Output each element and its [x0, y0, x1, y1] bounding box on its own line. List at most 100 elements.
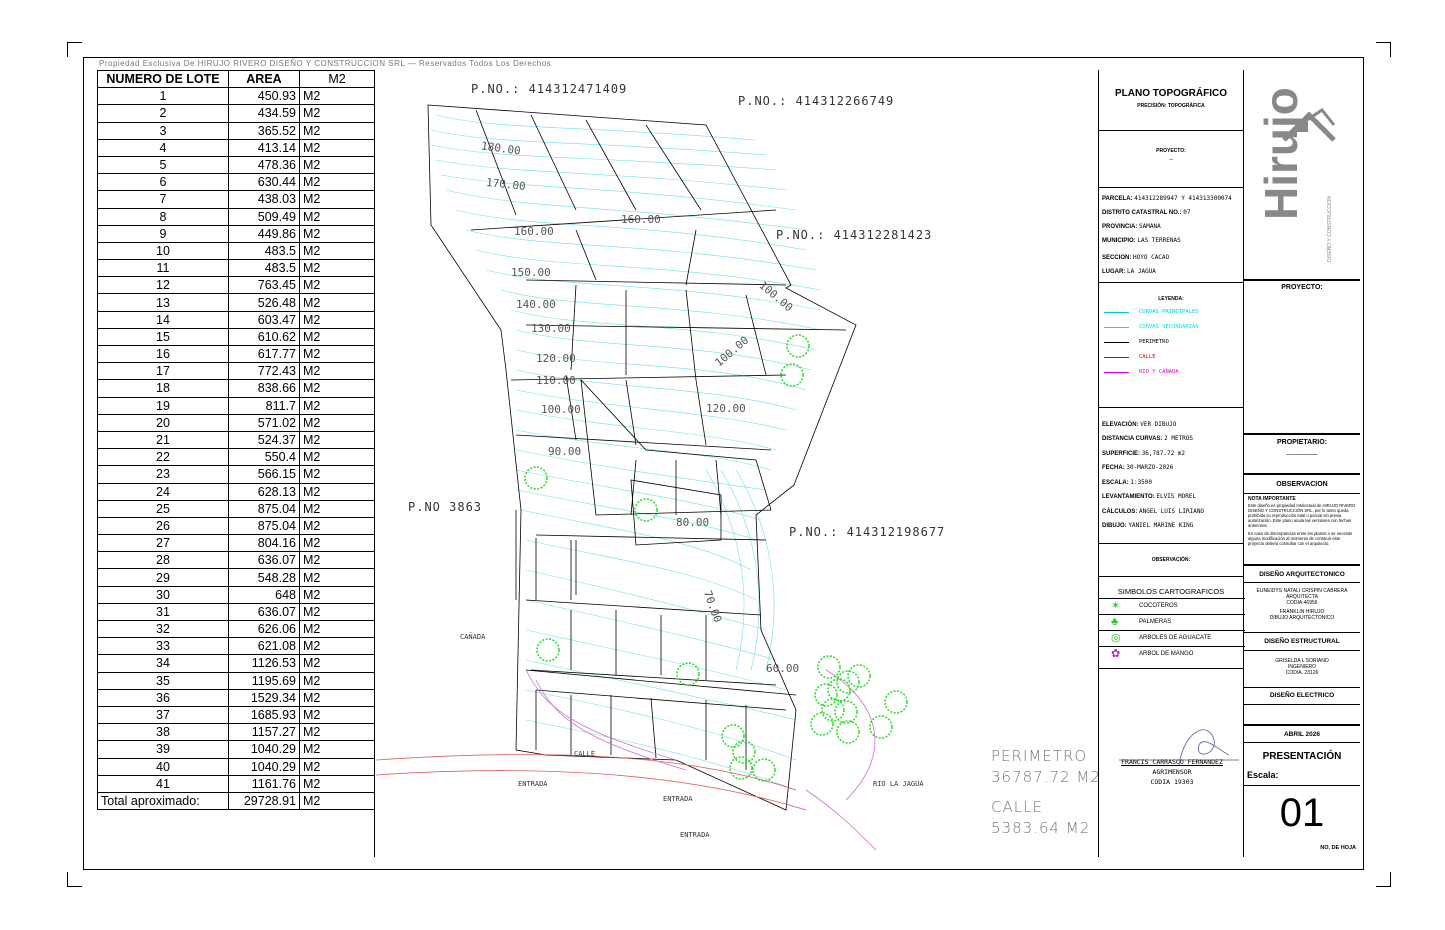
lot-number-cell: 20 [97, 413, 229, 432]
lot-number-cell: 19 [97, 396, 229, 415]
lot-unit-cell: M2 [299, 654, 375, 673]
avocado-tree-icon [814, 683, 838, 707]
lot-area-cell: 483.5 [228, 241, 300, 261]
distancia-row: DISTANCIA CURVAS: 2 METROS [1102, 435, 1193, 442]
lot-number-cell: 31 [97, 602, 229, 622]
avocado-tree-icon [721, 724, 745, 748]
symbol-row: ♣ PALMERAS [1099, 614, 1245, 631]
lugar-row: LUGAR: LA JAGUA [1102, 268, 1156, 275]
municipio-row: MUNICIPIO: LAS TERRENAS [1102, 237, 1181, 244]
lot-number-cell: 12 [97, 276, 229, 295]
location-box: PARCELA: 414312289947 Y 414313300074 DIS… [1099, 188, 1243, 283]
arq-role-2: DIBUJO ARQUITECTONICO [1269, 615, 1335, 621]
dibujo-label: DIBUJO: [1102, 523, 1127, 529]
table-row: 36 1529.34 M2 [97, 688, 375, 707]
contour-label: 100.00 [541, 403, 581, 416]
proyecto-label: PROYECTO: [1156, 148, 1186, 154]
lot-number-cell: 36 [97, 688, 229, 707]
table-row: 40 1040.29 M2 [97, 757, 375, 776]
lot-unit-cell: M2 [299, 688, 375, 707]
table-row: 28 636.07 M2 [97, 551, 375, 570]
avocado-tree-icon [884, 690, 908, 714]
lot-unit-cell: M2 [299, 774, 375, 793]
lot-unit-cell: M2 [299, 224, 375, 243]
right-title-column: Hirujo DISEÑO Y CONSTRUCCION PROYECTO: P… [1244, 70, 1360, 857]
lot-area-cell: 450.93 [228, 87, 300, 106]
lot-number-cell: 41 [97, 774, 229, 793]
lot-unit-cell: M2 [299, 190, 375, 209]
parcela-row: PARCELA: 414312289947 Y 414313300074 [1102, 195, 1232, 202]
calculo-label: CÁLCULOS: [1102, 509, 1138, 515]
lot-unit-cell: M2 [299, 551, 375, 570]
proyecto-right-label: PROYECTO: [1281, 284, 1323, 291]
palm-icon: ♣ [1111, 616, 1119, 628]
table-row: 32 626.06 M2 [97, 619, 375, 639]
lugar-value: LA JAGUA [1127, 268, 1156, 275]
proyecto-value: -- [1169, 157, 1173, 163]
lot-area-cell: 626.06 [228, 619, 300, 639]
avocado-tree-icon [836, 720, 860, 744]
crop-mark-top-right [1376, 42, 1391, 57]
lot-unit-cell: M2 [299, 276, 375, 295]
lot-unit-cell: M2 [299, 568, 375, 587]
elevacion-label: ELEVACIÓN: [1102, 422, 1139, 428]
lot-area-cell: 648 [228, 585, 300, 604]
presentacion-box: PRESENTACIÓN Escala: 01 NO. DE HOJA [1244, 743, 1360, 857]
table-row: 6 630.44 M2 [97, 173, 375, 192]
escala-value: 1:3500 [1130, 479, 1153, 486]
lot-area-cell: 610.62 [228, 327, 300, 347]
rio-label: RIO LA JAGUA [873, 780, 924, 788]
arq-codia-1: CODIA:46956 [1286, 600, 1318, 606]
observacion-right-box: OBSERVACION NOTA IMPORTANTE Este diseño … [1244, 474, 1360, 565]
lot-unit-cell: M2 [299, 516, 375, 536]
pno-label-5: P.NO.: 414312198677 [789, 525, 946, 539]
lot-number-cell: 33 [97, 637, 229, 656]
logo-text: Hirujo [1255, 87, 1307, 220]
avocado-tree-icon [827, 678, 851, 702]
lot-number-cell: 13 [97, 293, 229, 312]
symbol-text: PALMERAS [1139, 619, 1172, 625]
table-row: 30 648 M2 [97, 585, 375, 604]
lot-unit-cell: M2 [299, 534, 375, 553]
lot-area-cell: 449.86 [228, 224, 300, 243]
table-map-divider [374, 70, 375, 857]
propietario-value: ________ [1286, 448, 1318, 455]
avocado-tree-icon [817, 655, 841, 679]
nota-title: NOTA IMPORTANTE [1248, 496, 1296, 502]
elevacion-row: ELEVACIÓN: VER DIBUJO [1102, 421, 1176, 428]
nota-text-1: Este diseño es propiedad Intelectual de … [1248, 503, 1356, 528]
lot-area-cell: 566.15 [228, 465, 300, 484]
lot-area-cell: 628.13 [228, 482, 300, 501]
lot-number-cell: 7 [97, 190, 229, 209]
lot-unit-cell: M2 [299, 104, 375, 123]
lot-area-cell: 617.77 [228, 344, 300, 364]
lot-unit-cell: M2 [299, 705, 375, 725]
table-total-row: Total aproximado: 29728.91 M2 [97, 791, 375, 811]
lot-area-cell: 772.43 [228, 362, 300, 381]
pno-label-4: P.NO 3863 [408, 500, 483, 514]
lot-area-cell: 438.03 [228, 190, 300, 209]
distancia-value: 2 METROS [1164, 435, 1194, 442]
logo-subtitle: DISEÑO Y CONSTRUCCION [1327, 196, 1333, 262]
lot-number-cell: 30 [97, 585, 229, 604]
lot-number-cell: 40 [97, 757, 229, 776]
distrito-row: DISTRITO CATASTRAL NO.: 07 [1102, 209, 1190, 216]
total-label-cell: Total aproximado: [97, 791, 229, 811]
lot-unit-cell: M2 [299, 413, 375, 432]
superficie-row: SUPERFICIE: 36,787.72 m2 [1102, 450, 1185, 457]
lot-area-cell: 838.66 [228, 379, 300, 398]
legend-line-sample [1104, 312, 1129, 313]
lot-unit-cell: M2 [299, 327, 375, 347]
lot-area-table: NUMERO DE LOTE AREA M2 1 450.93 M2 2 434.59 M… [97, 69, 375, 811]
avocado-tree-icon [524, 466, 548, 490]
leyenda-box: LEYENDA: CURVAS PRINCIPALES CURVAS SECUND… [1099, 283, 1243, 408]
est-names-box: GRISELDA L SORIANO INGENIERO CODIA. 2312… [1244, 651, 1360, 688]
lot-number-cell: 39 [97, 740, 229, 759]
legend-text: CURVAS SECUNDARIAS [1139, 324, 1199, 330]
propietario-box: PROPIETARIO: ________ [1244, 434, 1360, 474]
table-row: 9 449.86 M2 [97, 224, 375, 243]
lot-unit-cell: M2 [299, 482, 375, 501]
lot-number-cell: 37 [97, 705, 229, 725]
lot-unit-cell: M2 [299, 448, 375, 467]
proyecto-right-box: PROYECTO: [1244, 280, 1360, 434]
